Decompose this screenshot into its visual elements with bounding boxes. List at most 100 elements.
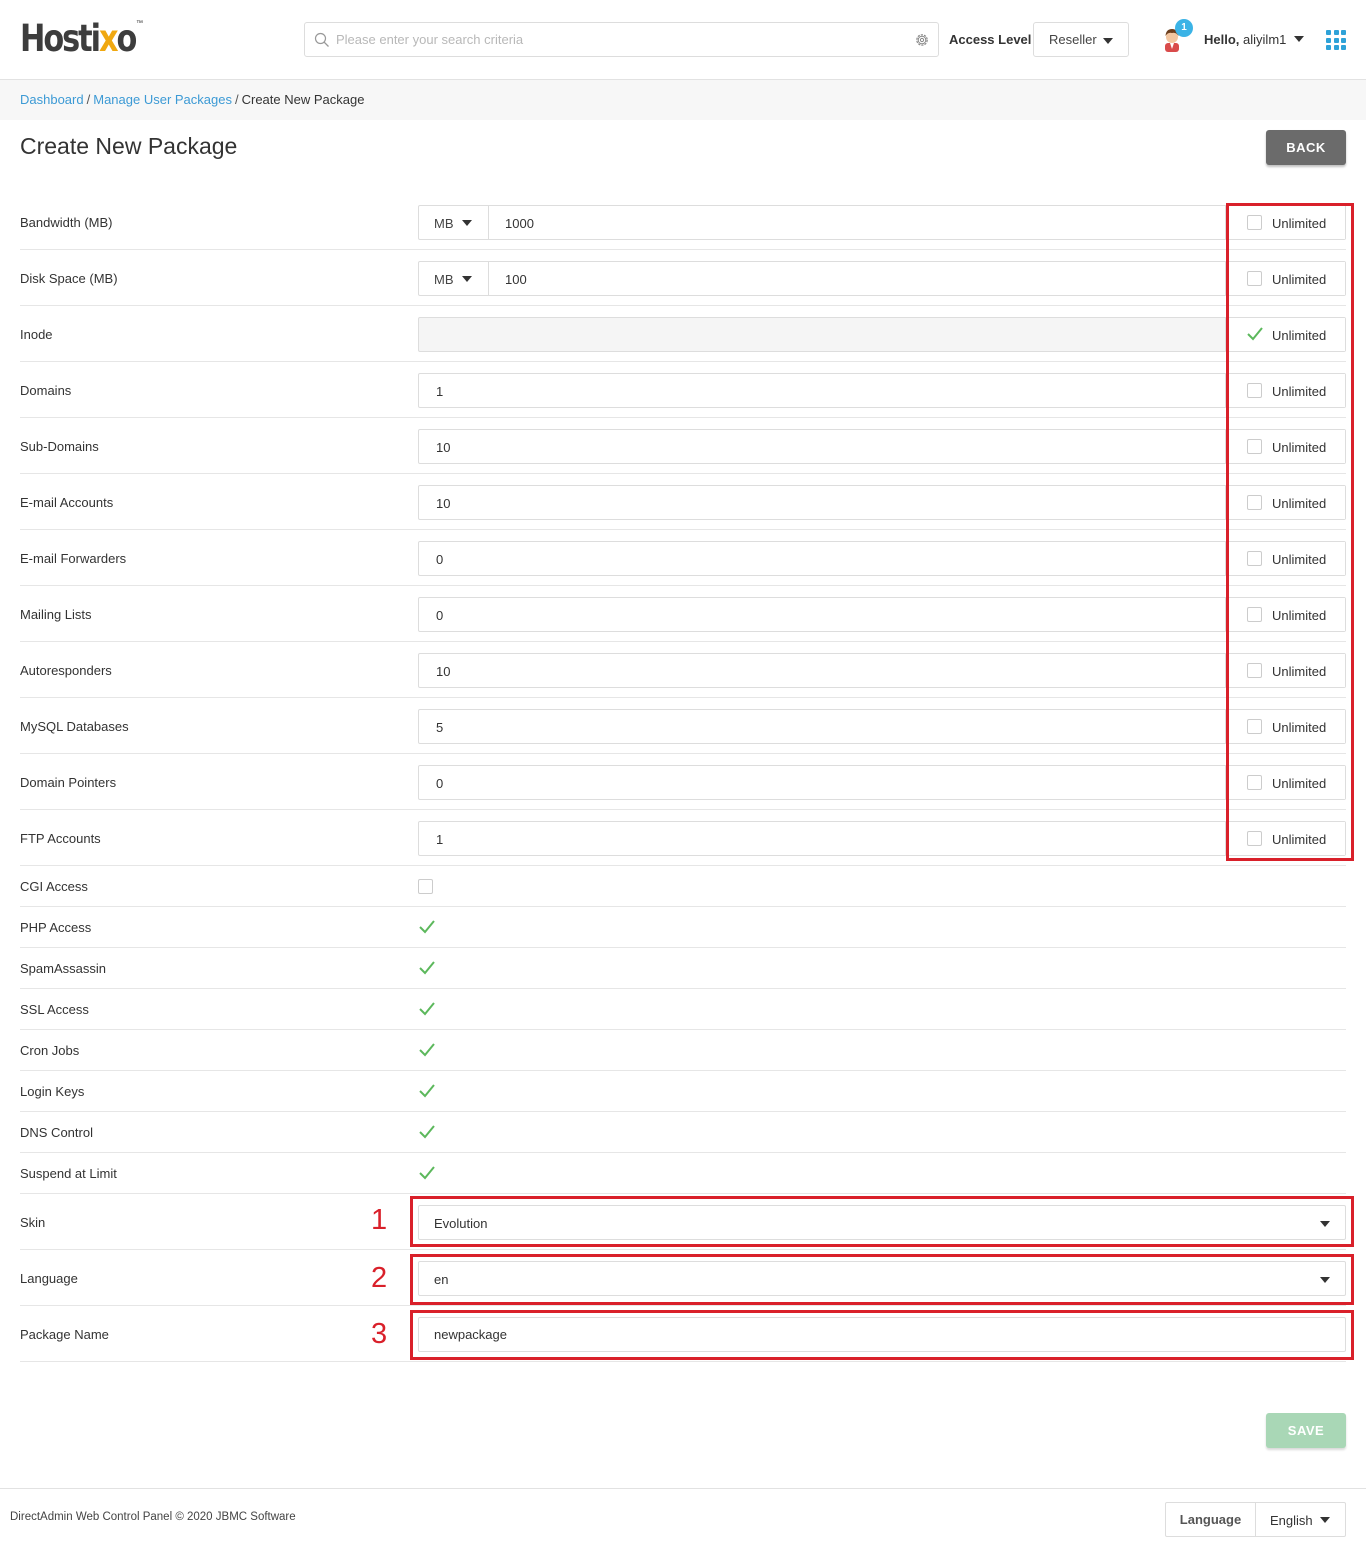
field-label: E-mail Forwarders [20, 551, 127, 566]
dns-control-checkmark-icon[interactable] [418, 1123, 436, 1141]
form-row-inode: Inode Unlimited [20, 306, 1346, 362]
unlimited-checkbox[interactable] [1247, 271, 1262, 286]
unlimited-checkbox[interactable] [1247, 663, 1262, 678]
apps-grid-icon[interactable] [1326, 30, 1346, 50]
bandwidth-field: MB 1000 Unlimited [418, 205, 1346, 240]
php-access-checkmark-icon[interactable] [418, 918, 436, 936]
access-level-dropdown[interactable]: Reseller [1033, 22, 1129, 57]
disk-space-unit-dropdown[interactable]: MB [419, 262, 489, 295]
chevron-down-icon [462, 276, 472, 282]
mailing-lists-field[interactable]: 0 Unlimited [418, 597, 1346, 632]
disk-space-unlimited-toggle[interactable]: Unlimited [1225, 262, 1345, 295]
notification-badge[interactable]: 1 [1175, 19, 1193, 37]
skin-select[interactable]: Evolution [418, 1205, 1346, 1240]
field-label: Disk Space (MB) [20, 271, 118, 286]
unlimited-checkbox[interactable] [1247, 775, 1262, 790]
mailing-lists-unlimited-toggle[interactable]: Unlimited [1225, 598, 1345, 631]
mysql-databases-unlimited-toggle[interactable]: Unlimited [1225, 710, 1345, 743]
field-label: CGI Access [20, 879, 88, 894]
email-accounts-unlimited-toggle[interactable]: Unlimited [1225, 486, 1345, 519]
ssl-access-checkmark-icon[interactable] [418, 1000, 436, 1018]
field-label: MySQL Databases [20, 719, 129, 734]
form-row-email-forwarders: E-mail Forwarders 0 Unlimited [20, 530, 1346, 586]
breadcrumb-manage-user-packages[interactable]: Manage User Packages [93, 92, 232, 107]
domain-pointers-field[interactable]: 0 Unlimited [418, 765, 1346, 800]
form-row-email-accounts: E-mail Accounts 10 Unlimited [20, 474, 1346, 530]
cgi-access-checkbox[interactable] [418, 879, 433, 894]
email-accounts-input[interactable]: 10 [436, 496, 450, 511]
field-label: Skin [20, 1215, 46, 1230]
domains-field[interactable]: 1 Unlimited [418, 373, 1346, 408]
field-label: SpamAssassin [20, 961, 106, 976]
top-header: Hostixo ™ Access Level Reseller 1 Hello,… [0, 0, 1366, 80]
ftp-accounts-field[interactable]: 1 Unlimited [418, 821, 1346, 856]
email-forwarders-field[interactable]: 0 Unlimited [418, 541, 1346, 576]
package-form: Bandwidth (MB) MB 1000 Unlimited Disk Sp… [20, 194, 1346, 1362]
email-forwarders-input[interactable]: 0 [436, 552, 443, 567]
hostixo-logo[interactable]: Hostixo ™ [20, 16, 161, 62]
unlimited-checkbox[interactable] [1247, 495, 1262, 510]
form-row-domain-pointers: Domain Pointers 0 Unlimited [20, 754, 1346, 810]
unlimited-checkbox[interactable] [1247, 551, 1262, 566]
ftp-accounts-input[interactable]: 1 [436, 832, 443, 847]
search-settings-gear-icon[interactable] [914, 32, 930, 48]
autoresponders-unlimited-toggle[interactable]: Unlimited [1225, 654, 1345, 687]
inode-unlimited-toggle[interactable]: Unlimited [1225, 318, 1345, 351]
sub-domains-field[interactable]: 10 Unlimited [418, 429, 1346, 464]
footer-language-label: Language [1166, 1503, 1256, 1536]
checkmark-icon[interactable] [1246, 325, 1264, 343]
unlimited-checkbox[interactable] [1247, 383, 1262, 398]
bandwidth-input[interactable]: 1000 [505, 216, 534, 231]
footer-language-value: English [1270, 1513, 1313, 1528]
spamassassin-checkmark-icon[interactable] [418, 959, 436, 977]
search-input[interactable] [336, 23, 896, 56]
domain-pointers-input[interactable]: 0 [436, 776, 443, 791]
email-forwarders-unlimited-toggle[interactable]: Unlimited [1225, 542, 1345, 575]
autoresponders-input[interactable]: 10 [436, 664, 450, 679]
bandwidth-unlimited-toggle[interactable]: Unlimited [1225, 206, 1345, 239]
login-keys-checkmark-icon[interactable] [418, 1082, 436, 1100]
user-greeting[interactable]: Hello, aliyilm1 [1204, 32, 1286, 47]
breadcrumb-current: Create New Package [241, 92, 365, 107]
package-name-input[interactable] [418, 1317, 1346, 1352]
sub-domains-unlimited-toggle[interactable]: Unlimited [1225, 430, 1345, 463]
user-menu-chevron-down-icon[interactable] [1294, 36, 1304, 42]
field-label: Domains [20, 383, 72, 398]
cron-jobs-checkmark-icon[interactable] [418, 1041, 436, 1059]
chevron-down-icon [1320, 1277, 1330, 1283]
back-button[interactable]: BACK [1266, 130, 1346, 165]
form-row-skin: Skin Evolution [20, 1194, 1346, 1250]
unlimited-checkbox[interactable] [1247, 215, 1262, 230]
unlimited-checkbox[interactable] [1247, 439, 1262, 454]
chevron-down-icon [1320, 1517, 1330, 1523]
disk-space-input[interactable]: 100 [505, 272, 527, 287]
mysql-databases-field[interactable]: 5 Unlimited [418, 709, 1346, 744]
mysql-databases-input[interactable]: 5 [436, 720, 443, 735]
unlimited-checkbox[interactable] [1247, 607, 1262, 622]
mailing-lists-input[interactable]: 0 [436, 608, 443, 623]
autoresponders-field[interactable]: 10 Unlimited [418, 653, 1346, 688]
sub-domains-input[interactable]: 10 [436, 440, 450, 455]
bandwidth-unit-dropdown[interactable]: MB [419, 206, 489, 239]
domain-pointers-unlimited-toggle[interactable]: Unlimited [1225, 766, 1345, 799]
suspend-at-limit-checkmark-icon[interactable] [418, 1164, 436, 1182]
email-accounts-field[interactable]: 10 Unlimited [418, 485, 1346, 520]
language-select[interactable]: en [418, 1261, 1346, 1296]
form-row-disk-space: Disk Space (MB) MB 100 Unlimited [20, 250, 1346, 306]
footer-copyright: DirectAdmin Web Control Panel © 2020 JBM… [10, 1511, 296, 1523]
ftp-accounts-unlimited-toggle[interactable]: Unlimited [1225, 822, 1345, 855]
breadcrumb-dashboard[interactable]: Dashboard [20, 92, 84, 107]
access-level-label: Access Level [949, 32, 1032, 47]
form-row-ftp-accounts: FTP Accounts 1 Unlimited [20, 810, 1346, 866]
form-row-cgi-access: CGI Access [20, 866, 1346, 907]
form-row-mailing-lists: Mailing Lists 0 Unlimited [20, 586, 1346, 642]
domains-input[interactable]: 1 [436, 384, 443, 399]
chevron-down-icon [1320, 1221, 1330, 1227]
save-button[interactable]: SAVE [1266, 1413, 1346, 1448]
field-label: Mailing Lists [20, 607, 92, 622]
field-label: SSL Access [20, 1002, 89, 1017]
unlimited-checkbox[interactable] [1247, 719, 1262, 734]
domains-unlimited-toggle[interactable]: Unlimited [1225, 374, 1345, 407]
unlimited-checkbox[interactable] [1247, 831, 1262, 846]
footer-language-selector[interactable]: Language English [1165, 1502, 1346, 1537]
